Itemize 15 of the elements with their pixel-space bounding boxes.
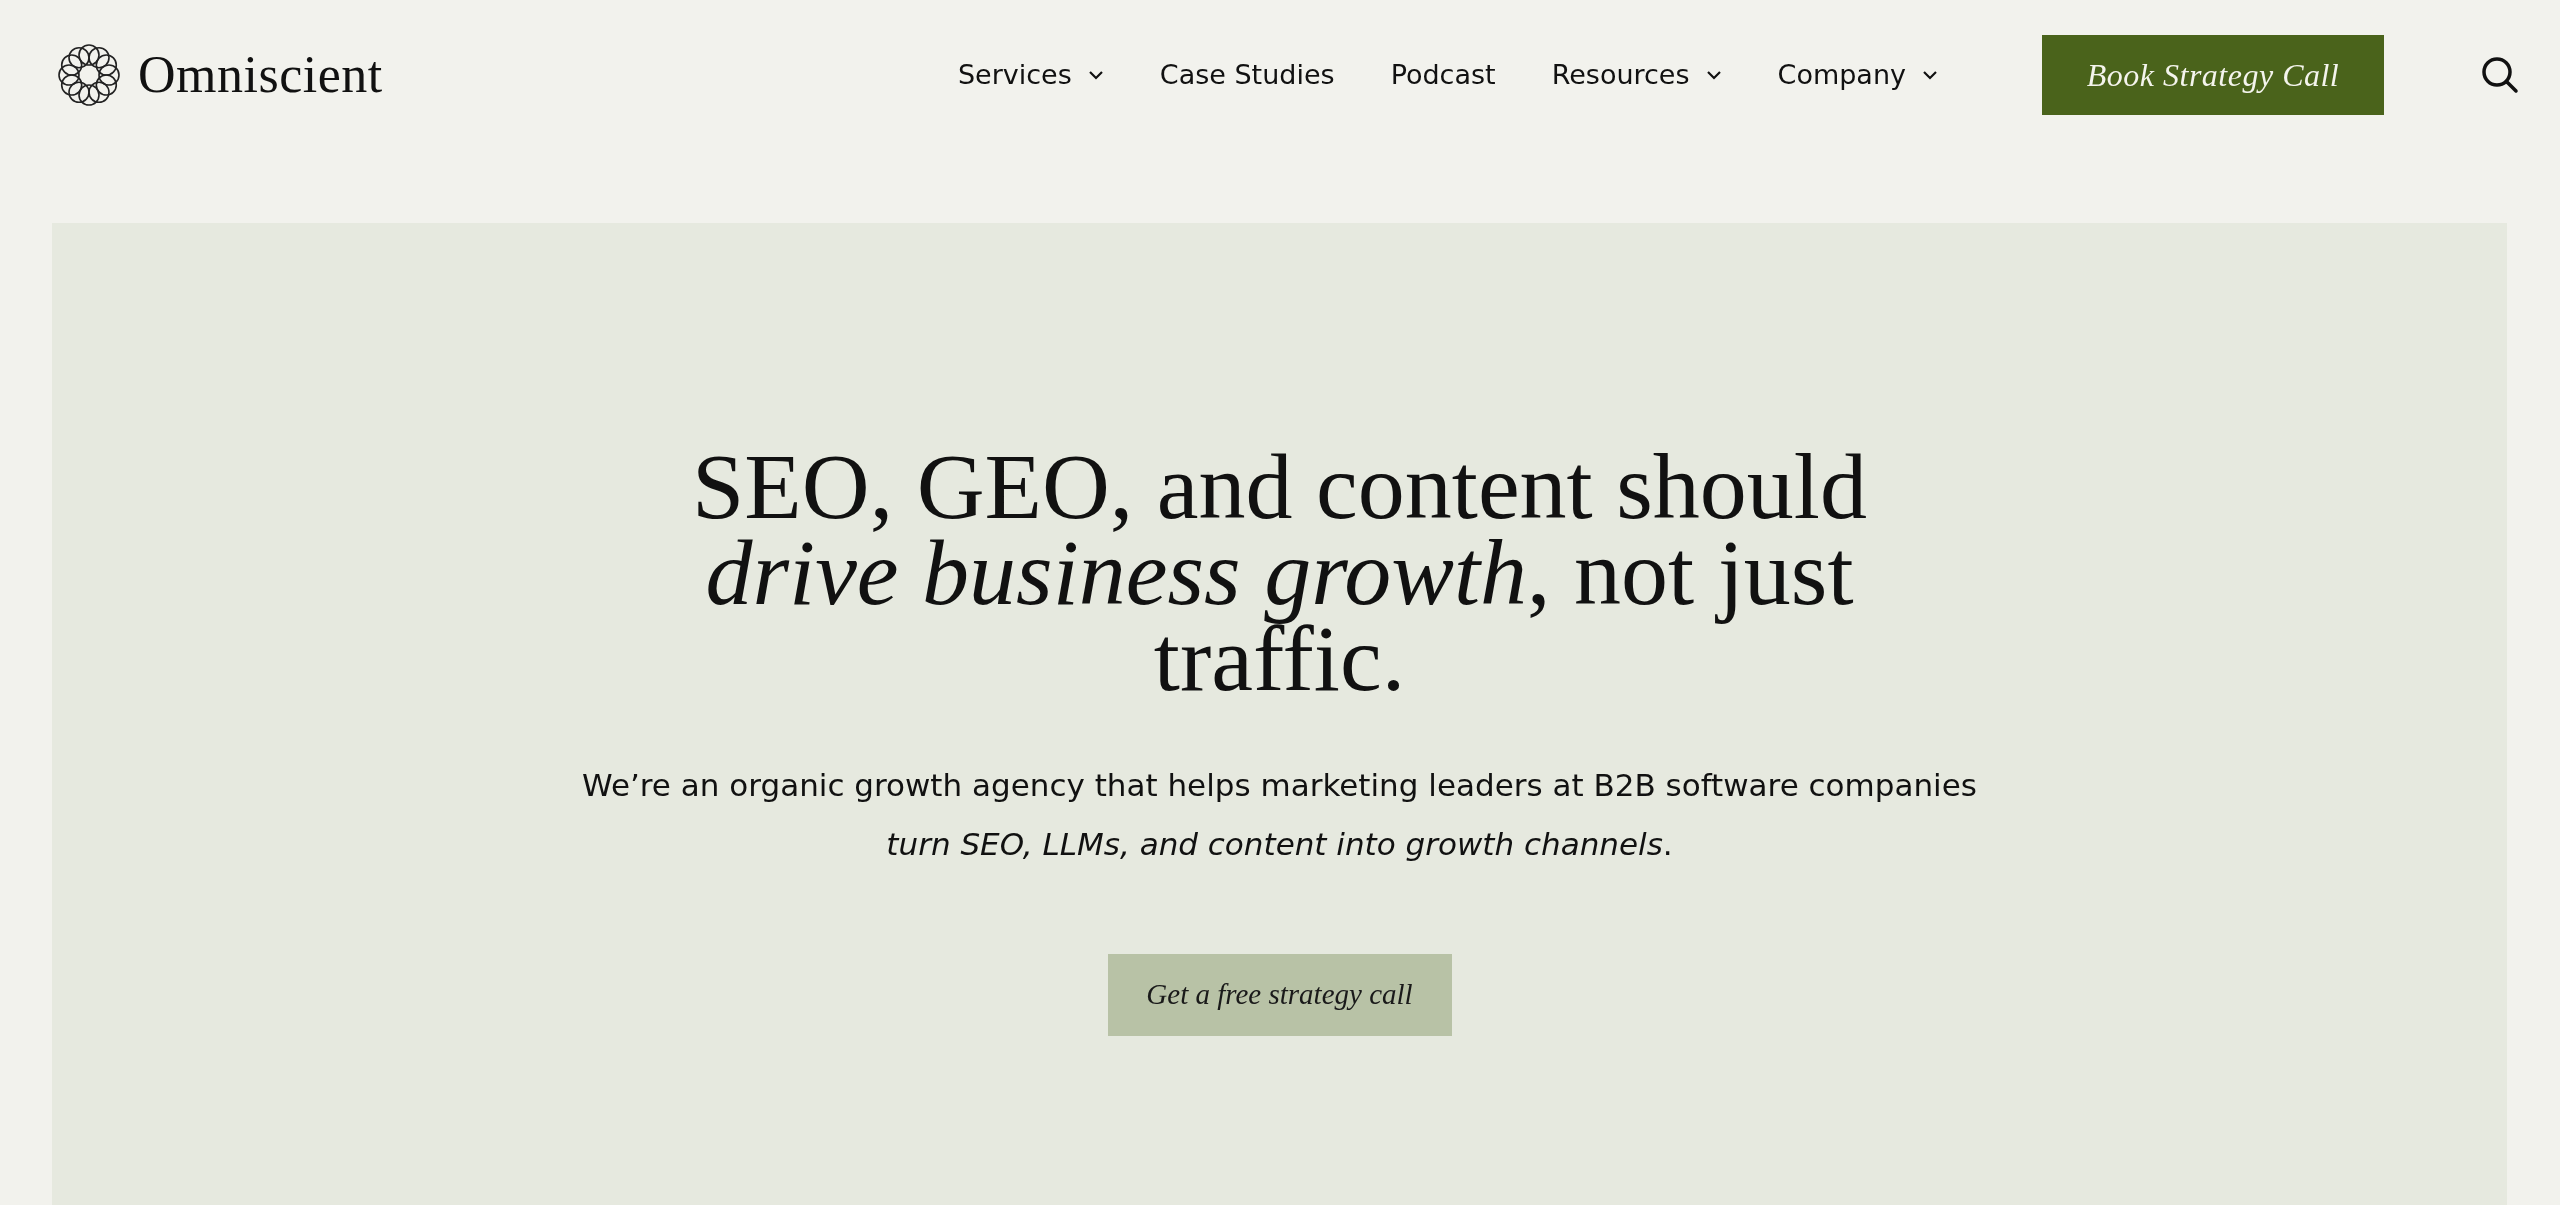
chevron-down-icon [1705,70,1722,80]
book-call-button[interactable]: Book Strategy Call [2042,35,2384,115]
logo-icon [56,42,122,108]
nav-link[interactable]: Resources [1551,54,1722,96]
chevron-down-icon [1922,70,1938,80]
logo-text[interactable]: Omniscient [138,36,383,114]
nav-link[interactable]: Services [957,54,1104,96]
search-icon[interactable] [2480,55,2520,95]
hero-headline: SEO, GEO, and content should drive business growth, not just traffic. [691,443,1868,701]
hero-description: We’re an organic growth agency that helps marketing leaders at B2B software companies turn SEO, LLMs, and content into growth channels. [581,766,1978,864]
nav-link[interactable]: Case Studies [1159,54,1335,96]
nav-link[interactable]: Podcast [1390,54,1496,96]
strategy-call-button[interactable]: Get a free strategy call [1107,954,1452,1036]
chevron-down-icon [1087,70,1104,80]
nav-link[interactable]: Company [1777,54,1938,96]
